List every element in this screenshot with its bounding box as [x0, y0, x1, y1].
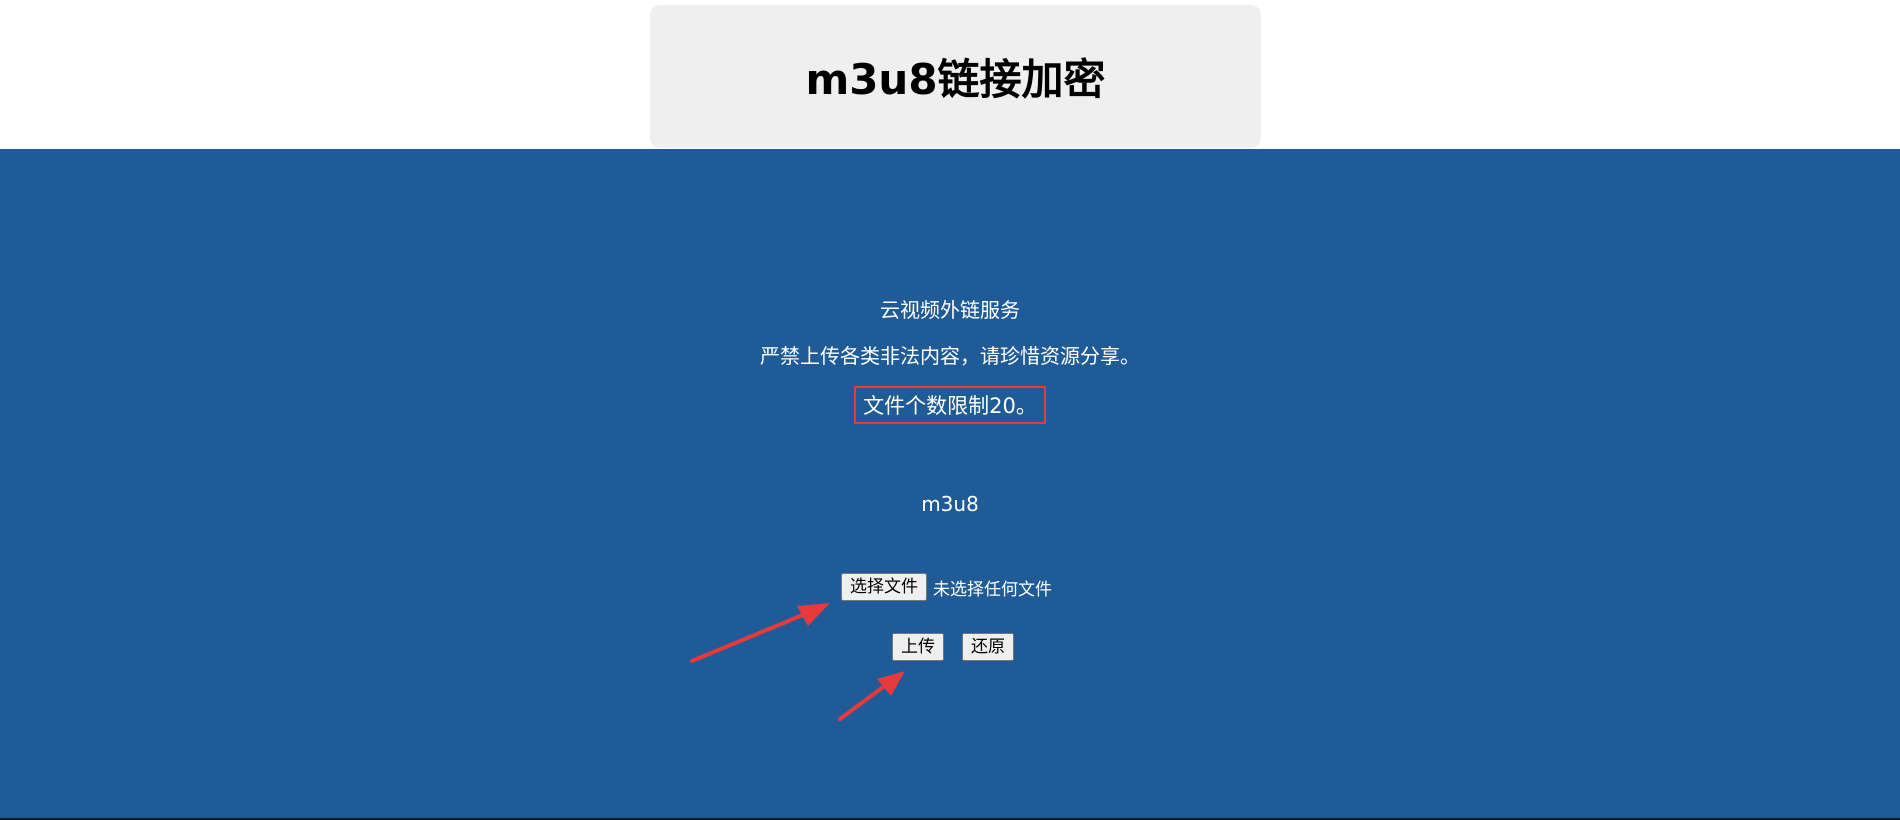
- upload-button[interactable]: 上传: [892, 633, 944, 661]
- choose-file-button[interactable]: 选择文件: [841, 573, 927, 601]
- file-input[interactable]: 选择文件 未选择任何文件: [841, 572, 1052, 602]
- file-status: 未选择任何文件: [933, 579, 1052, 600]
- page: m3u8链接加密 云视频外链服务 严禁上传各类非法内容，请珍惜资源分享。 文件个…: [0, 0, 1900, 820]
- header: m3u8链接加密: [0, 0, 1900, 149]
- reset-button[interactable]: 还原: [962, 633, 1014, 661]
- section-label: m3u8: [921, 492, 979, 516]
- service-notice: 云视频外链服务: [880, 298, 1020, 322]
- limit-notice-row: 文件个数限制20。: [0, 386, 1900, 424]
- action-buttons: 上传 还原: [892, 633, 1014, 661]
- page-title: m3u8链接加密: [805, 55, 1106, 104]
- warning-notice: 严禁上传各类非法内容，请珍惜资源分享。: [760, 344, 1140, 368]
- title-card: m3u8链接加密: [650, 5, 1261, 148]
- main-panel: [0, 149, 1900, 818]
- limit-notice: 文件个数限制20。: [854, 386, 1046, 424]
